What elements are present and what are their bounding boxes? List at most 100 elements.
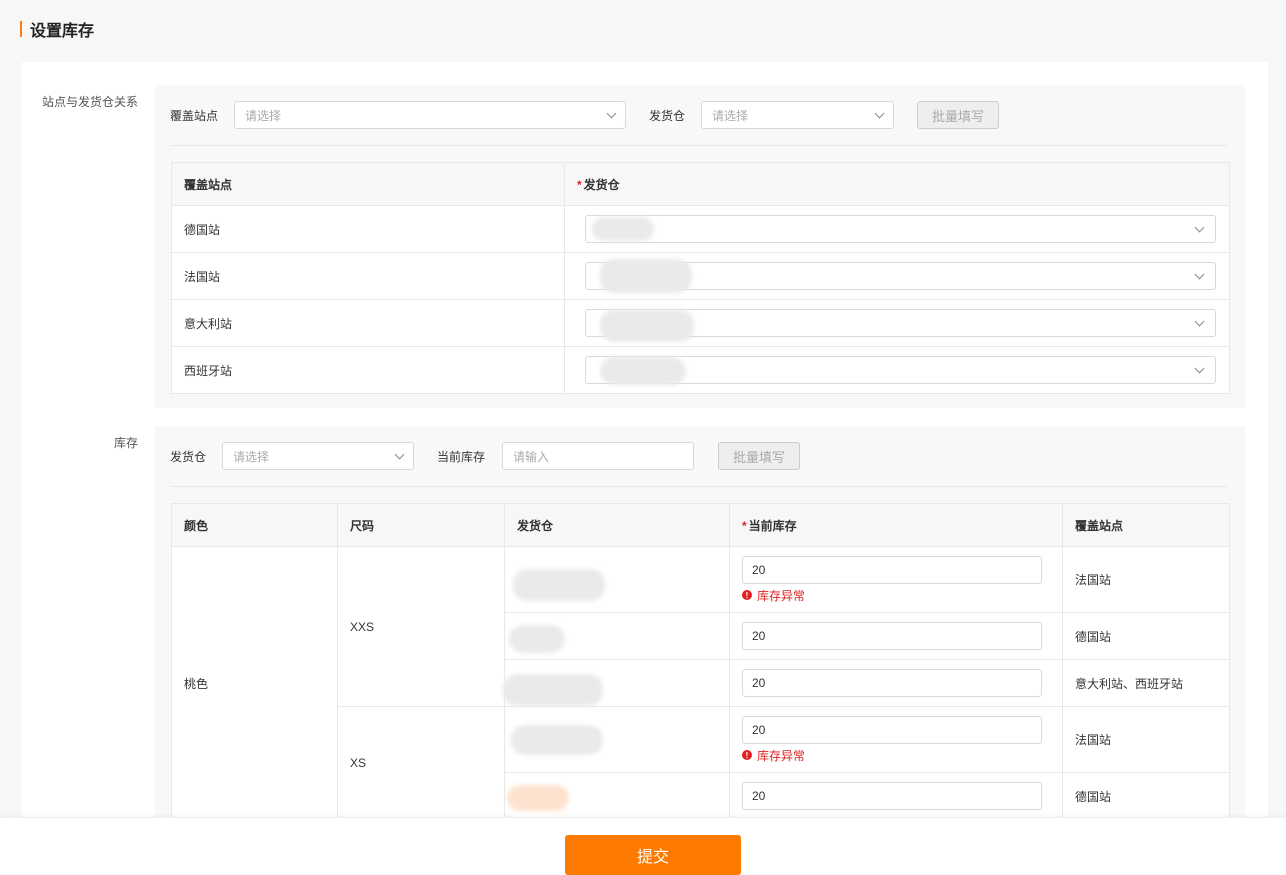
cover-site-label: 覆盖站点 [170,108,219,123]
section-label-stock: 库存 [113,436,138,450]
warehouse-cell [564,205,1230,253]
site-cell: 意大利站 [171,299,565,347]
error-icon: ! [742,590,752,600]
site-warehouse-table: 覆盖站点 * 发货仓 德国站 法国站 意大利站 西班牙站 [171,162,1230,394]
col-header-warehouse: * 发货仓 [564,162,1230,206]
warehouse-cell [564,346,1230,394]
site-warehouse-filter: 覆盖站点 请选择 发货仓 请选择 批量填写 [170,101,1000,129]
stock-input[interactable]: 请输入 [502,442,695,470]
chevron-down-icon [874,108,885,119]
stock-error-text: 库存异常 [757,748,806,763]
chevron-down-icon [1194,316,1205,327]
warehouse-cell [503,659,730,707]
divider [170,486,1228,487]
size-cell: XS [337,706,505,820]
section-label-site-warehouse: 站点与发货仓关系 [41,95,138,109]
cover-site-select[interactable]: 请选择 [234,101,627,129]
redacted-value [592,217,654,241]
warehouse-cell-select[interactable] [585,356,1216,385]
warehouse-cell [504,612,730,660]
site-cell: 西班牙站 [171,346,565,394]
warehouse-cell-select[interactable] [585,309,1216,342]
stock-error: ! 库存异常 [742,587,1050,604]
col-header-stock-text: 当前库存 [748,518,797,533]
site-cell: 德国站 [1062,612,1230,660]
stock-value-input[interactable]: 20 [742,715,1042,744]
batch-fill-button[interactable]: 批量填写 [718,442,801,470]
stock-value-input[interactable]: 20 [742,555,1042,584]
warehouse-label: 发货仓 [649,108,686,123]
redacted-value [513,569,605,601]
chevron-down-icon [1194,222,1205,233]
warehouse-cell [564,252,1230,300]
stock-placeholder: 请输入 [513,449,550,464]
divider [170,145,1228,146]
batch-fill-button[interactable]: 批量填写 [917,101,1000,129]
page-header: 设置库存 [20,18,94,40]
chevron-down-icon [606,108,617,119]
required-mark: * [577,177,582,192]
col-header-cover-site: 覆盖站点 [1062,503,1230,547]
stock-cell: 20 [729,659,1063,707]
error-icon: ! [742,750,752,760]
stock-cell: 20 [729,772,1063,820]
stock-value-input[interactable]: 20 [742,622,1042,650]
page-title: 设置库存 [30,23,95,40]
col-header-warehouse-text: 发货仓 [583,177,620,192]
table-row: 意大利站 [171,299,1230,347]
color-cell: 桃色 [171,546,338,820]
stock-cell: 20 [729,612,1063,660]
table-row: 法国站 [171,252,1230,300]
warehouse-label: 发货仓 [170,449,207,464]
required-mark: * [742,518,747,533]
stock-cell: 20 ! 库存异常 [729,706,1063,773]
footer-bar: 提交 [0,817,1286,875]
submit-button[interactable]: 提交 [565,835,741,875]
col-header-warehouse: 发货仓 [504,503,730,547]
site-cell: 德国站 [171,205,565,253]
warehouse-cell [504,546,730,613]
cover-site-placeholder: 请选择 [245,108,282,123]
table-row: 西班牙站 [171,346,1230,394]
col-header-stock: * 当前库存 [729,503,1063,547]
stock-table: 颜色 尺码 发货仓 * 当前库存 覆盖站点 桃色 XXS 20 ! 库存异常 法国站… [171,503,1230,820]
warehouse-select[interactable]: 请选择 [701,101,895,129]
size-cell: XXS [337,546,505,707]
table-row: 德国站 [171,205,1230,253]
site-cell: 法国站 [171,252,565,300]
warehouse-cell [504,706,730,773]
redacted-value [509,625,565,653]
stock-error: ! 库存异常 [742,747,1050,764]
warehouse-placeholder: 请选择 [712,108,749,123]
col-header-size: 尺码 [337,503,505,547]
redacted-value [600,259,692,293]
warehouse-cell-select[interactable] [585,259,1216,293]
stock-cell: 20 ! 库存异常 [729,546,1063,613]
warehouse-select[interactable]: 请选择 [222,442,415,470]
redacted-value [503,674,603,706]
redacted-value [600,357,686,385]
redacted-value [600,310,694,342]
site-cell: 法国站 [1062,706,1230,773]
site-cell: 法国站 [1062,546,1230,613]
title-accent-bar [20,21,22,37]
chevron-down-icon [1194,363,1205,374]
table-row: 桃色 XXS 20 ! 库存异常 法国站 [171,546,1230,820]
col-header-cover-site: 覆盖站点 [171,162,565,206]
redacted-value [507,785,569,811]
warehouse-cell [564,299,1230,347]
site-cell: 意大利站、西班牙站 [1062,659,1230,707]
redacted-value [511,725,603,755]
stock-label: 当前库存 [437,449,486,464]
col-header-color: 颜色 [171,503,338,547]
site-cell: 德国站 [1062,772,1230,820]
stock-value-input[interactable]: 20 [742,669,1042,697]
warehouse-placeholder: 请选择 [233,449,270,464]
stock-value-input[interactable]: 20 [742,782,1042,810]
stock-filter: 发货仓 请选择 当前库存 请输入 批量填写 [170,442,801,470]
chevron-down-icon [394,449,405,460]
warehouse-cell-select[interactable] [585,215,1216,243]
warehouse-cell [504,772,730,820]
stock-error-text: 库存异常 [757,588,806,603]
chevron-down-icon [1194,269,1205,280]
